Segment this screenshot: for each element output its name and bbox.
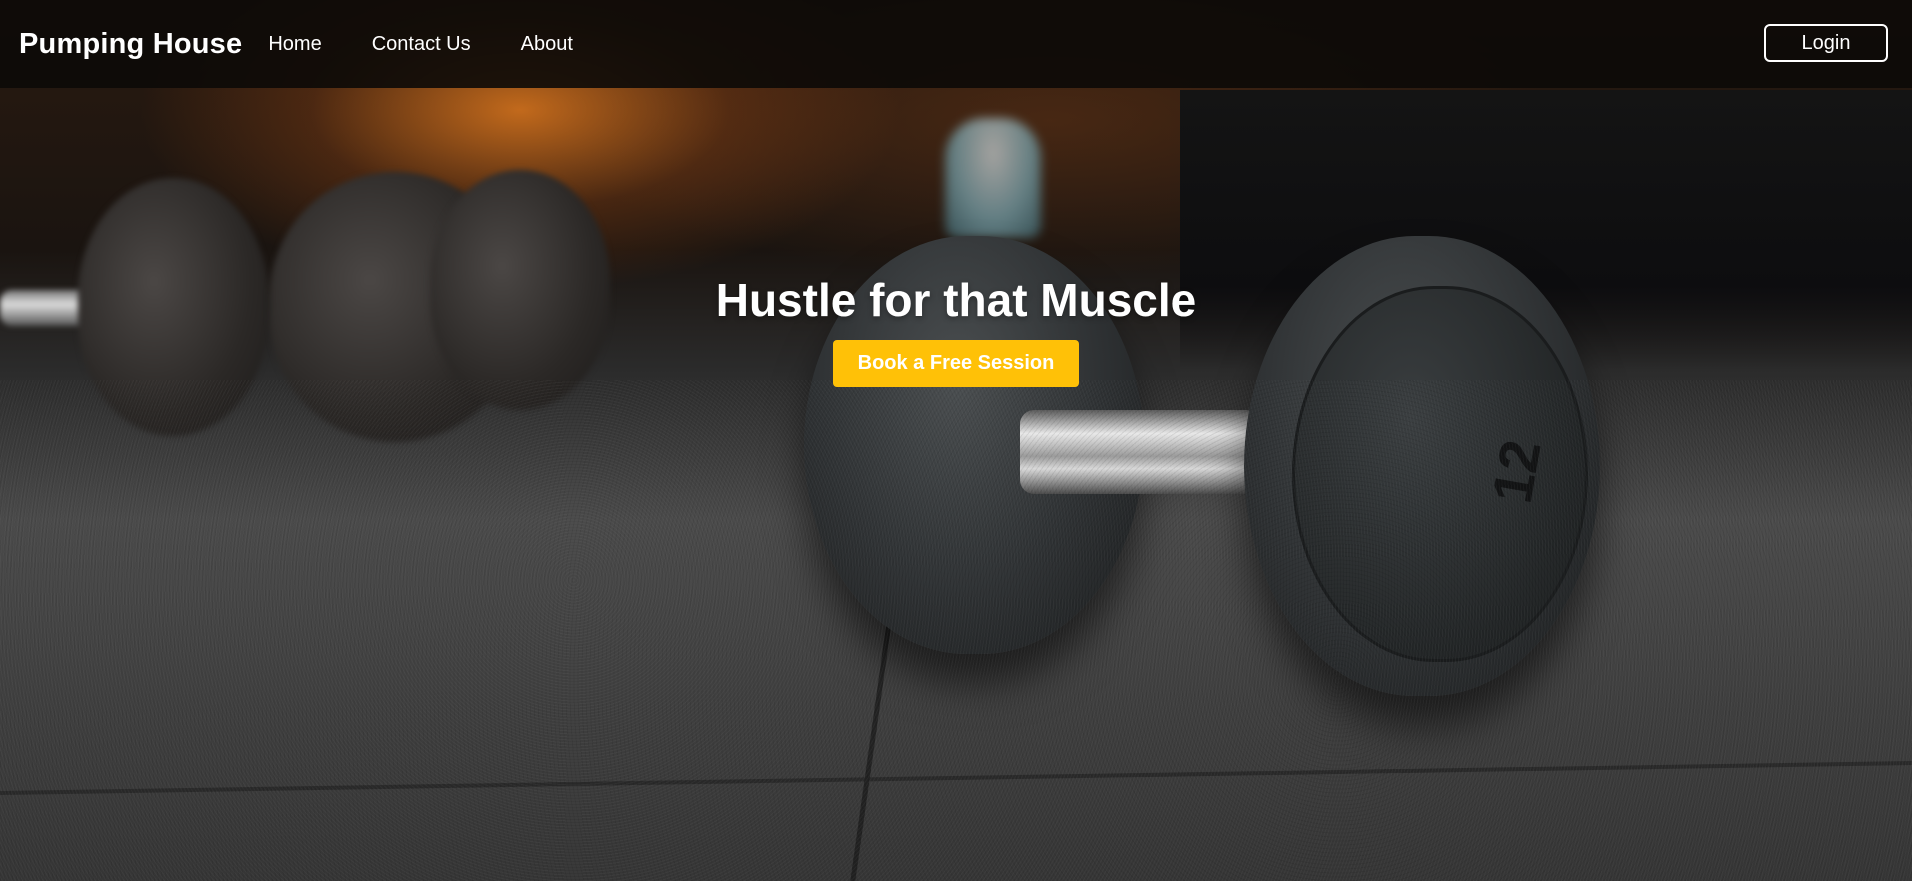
nav-link-home[interactable]: Home <box>268 33 321 56</box>
nav-link-about[interactable]: About <box>521 33 573 56</box>
login-button[interactable]: Login <box>1764 24 1888 62</box>
brand-logo-text[interactable]: Pumping House <box>19 28 242 61</box>
dumbbell-handle <box>1020 410 1260 494</box>
weight-number-marking: 12 <box>1479 435 1553 508</box>
hero-content: Hustle for that Muscle Book a Free Sessi… <box>0 272 1912 387</box>
book-free-session-button[interactable]: Book a Free Session <box>833 340 1079 387</box>
hero-background-image: 12 <box>0 0 1912 881</box>
water-bottle-image <box>945 118 1041 238</box>
floor-seam <box>0 760 1912 796</box>
nav-links: Home Contact Us About <box>268 33 623 56</box>
navbar: Pumping House Home Contact Us About Logi… <box>0 0 1912 88</box>
page: 12 Pumping House Home Contact Us About L… <box>0 0 1912 881</box>
nav-link-contact-us[interactable]: Contact Us <box>372 33 471 56</box>
hero-title: Hustle for that Muscle <box>715 274 1197 326</box>
floor-seam <box>849 620 892 881</box>
